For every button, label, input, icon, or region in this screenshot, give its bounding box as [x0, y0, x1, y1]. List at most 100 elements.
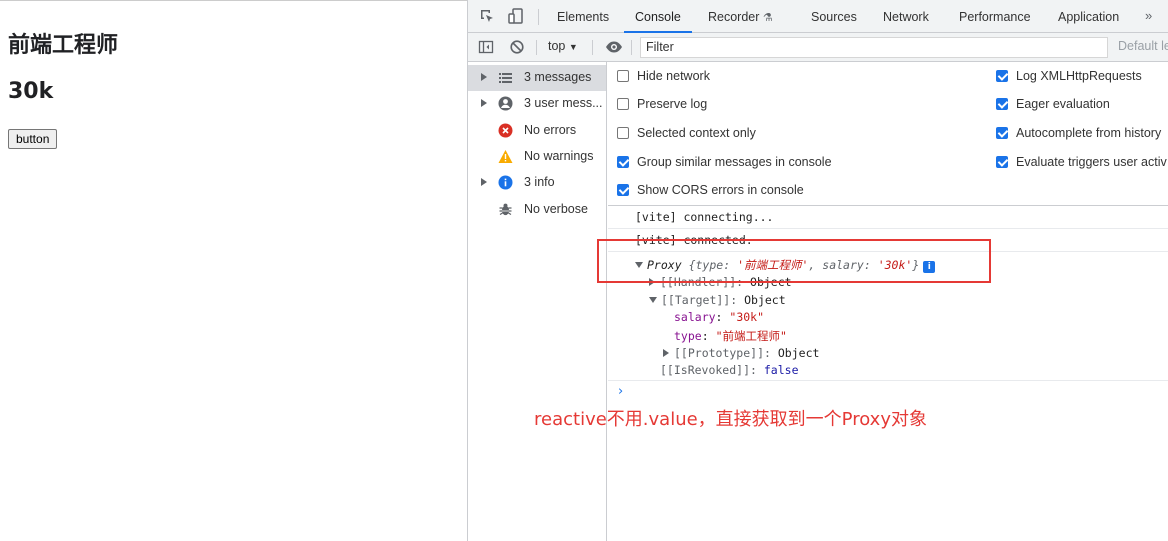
- checkbox-box[interactable]: [996, 156, 1008, 168]
- sidebar-item-label: No verbose: [524, 202, 588, 216]
- preview-colon: :: [723, 258, 738, 272]
- revoked-value: false: [763, 363, 799, 377]
- list-icon: [498, 70, 513, 85]
- user-icon: [498, 96, 513, 111]
- target-key: [[Target]]: [661, 293, 731, 307]
- tab-network[interactable]: Network: [883, 0, 929, 33]
- tabbar-divider: [538, 9, 539, 25]
- checkbox-label: Hide network: [637, 69, 710, 83]
- collapse-arrow-icon[interactable]: [649, 297, 657, 303]
- target-value: Object: [744, 293, 786, 307]
- more-tabs-icon[interactable]: »: [1145, 8, 1152, 23]
- info-icon: [498, 175, 513, 190]
- sidebar-item-warnings[interactable]: No warnings: [468, 144, 606, 170]
- checkbox-box[interactable]: [996, 127, 1008, 139]
- sidebar-item-user-messages[interactable]: 3 user mess...: [468, 91, 606, 117]
- console-message: [vite] connecting...: [608, 206, 1168, 229]
- prop-colon: :: [750, 363, 764, 377]
- collapse-arrow-icon[interactable]: [635, 262, 643, 268]
- tab-performance[interactable]: Performance: [959, 0, 1031, 33]
- checkbox-box[interactable]: [617, 70, 629, 82]
- console-prompt-icon[interactable]: ›: [618, 384, 623, 399]
- tab-application[interactable]: Application: [1058, 0, 1119, 33]
- page-button[interactable]: button: [8, 129, 58, 149]
- proxy-summary[interactable]: Proxy {type: '前端工程师', salary: '30k'} i: [635, 257, 936, 273]
- prop-colon: :: [701, 329, 716, 343]
- console-settings: Hide network Preserve log Selected conte…: [608, 62, 1168, 206]
- page-viewport: 前端工程师 30k button: [0, 0, 467, 541]
- salary-value: "30k": [729, 310, 765, 324]
- console-toolbar: top ▼ Filter Default le: [468, 33, 1168, 62]
- expand-arrow-icon[interactable]: [649, 278, 655, 286]
- console-divider: [608, 380, 1168, 381]
- checkbox-label: Preserve log: [637, 97, 708, 111]
- clear-console-icon[interactable]: [509, 39, 525, 55]
- console-output: [vite] connecting... [vite] connected. P…: [608, 206, 1168, 541]
- live-expression-eye-icon[interactable]: [605, 39, 622, 55]
- checkbox-box[interactable]: [996, 98, 1008, 110]
- checkbox-box[interactable]: [996, 70, 1008, 82]
- console-sidebar: 3 messages 3 user mess... No errors No w…: [468, 62, 607, 541]
- checkbox-box[interactable]: [617, 98, 629, 110]
- expand-arrow-icon[interactable]: [663, 349, 669, 357]
- sidebar-item-verbose[interactable]: No verbose: [468, 197, 606, 223]
- tab-elements[interactable]: Elements: [557, 0, 609, 33]
- revoked-key: [[IsRevoked]]: [660, 363, 751, 377]
- target-salary-prop: salary: "30k": [674, 310, 764, 324]
- handler-value: Object: [750, 275, 792, 289]
- preview-colon: :: [863, 258, 878, 272]
- checkbox-box[interactable]: [617, 127, 629, 139]
- warning-icon: [498, 149, 513, 164]
- checkbox-box[interactable]: [617, 156, 629, 168]
- prototype-value: Object: [777, 346, 820, 360]
- expand-arrow-icon[interactable]: [481, 178, 487, 186]
- sidebar-toggle-icon[interactable]: [478, 39, 494, 55]
- checkbox-label: Eager evaluation: [1016, 97, 1110, 111]
- handler-node[interactable]: [[Handler]]: Object: [649, 275, 792, 289]
- toolbar-divider: [631, 40, 632, 55]
- expand-arrow-icon[interactable]: [481, 73, 487, 81]
- target-node[interactable]: [[Target]]: Object: [649, 293, 786, 307]
- devtools-panel: Elements Console Recorder ⚗ Sources Netw…: [467, 0, 1168, 541]
- checkbox-label: Autocomplete from history: [1016, 126, 1162, 140]
- node-colon: :: [764, 346, 778, 360]
- preview-open-brace: {: [688, 258, 696, 272]
- prop-colon: :: [715, 310, 730, 324]
- inspect-element-icon[interactable]: [479, 8, 495, 24]
- heading-salary: 30k: [8, 79, 54, 104]
- expand-arrow-icon[interactable]: [481, 99, 487, 107]
- checkbox-box[interactable]: [617, 184, 629, 196]
- tab-recorder[interactable]: Recorder ⚗: [708, 0, 773, 33]
- error-icon: [498, 123, 513, 138]
- dropdown-arrow-icon: ▼: [568, 42, 578, 52]
- info-badge-icon[interactable]: i: [923, 261, 936, 273]
- tab-sources[interactable]: Sources: [811, 0, 857, 33]
- context-selector[interactable]: top ▼: [548, 39, 578, 53]
- context-label: top: [548, 39, 566, 53]
- tab-console[interactable]: Console: [624, 0, 692, 33]
- preview-type-value: '前端工程师': [737, 258, 809, 272]
- sidebar-item-label: 3 user mess...: [524, 96, 603, 110]
- checkbox-label: Selected context only: [637, 126, 756, 140]
- console-message: [vite] connected.: [608, 229, 1168, 252]
- sidebar-item-label: 3 messages: [524, 70, 592, 84]
- sidebar-item-messages[interactable]: 3 messages: [468, 65, 606, 91]
- log-levels-dropdown[interactable]: Default le: [1118, 39, 1168, 53]
- prototype-node[interactable]: [[Prototype]]: Object: [663, 346, 819, 360]
- sidebar-item-label: No errors: [524, 123, 577, 137]
- checkbox-label: Group similar messages in console: [637, 155, 832, 169]
- target-type-prop: type: "前端工程师": [674, 328, 787, 344]
- handler-key: [[Handler]]: [660, 275, 737, 289]
- toolbar-divider: [592, 40, 593, 55]
- sidebar-item-info[interactable]: 3 info: [468, 170, 606, 196]
- sidebar-item-errors[interactable]: No errors: [468, 118, 606, 144]
- node-colon: :: [730, 293, 745, 307]
- console-message-text: [vite] connecting...: [635, 210, 774, 224]
- devtools-tabbar: Elements Console Recorder ⚗ Sources Netw…: [468, 0, 1168, 33]
- filter-input[interactable]: Filter: [640, 37, 1108, 58]
- prototype-key: [[Prototype]]: [674, 346, 765, 360]
- preview-salary-key: salary: [822, 258, 864, 272]
- device-toolbar-icon[interactable]: [508, 8, 524, 24]
- heading-type: 前端工程师: [8, 33, 119, 58]
- preview-type-key: type: [695, 258, 724, 272]
